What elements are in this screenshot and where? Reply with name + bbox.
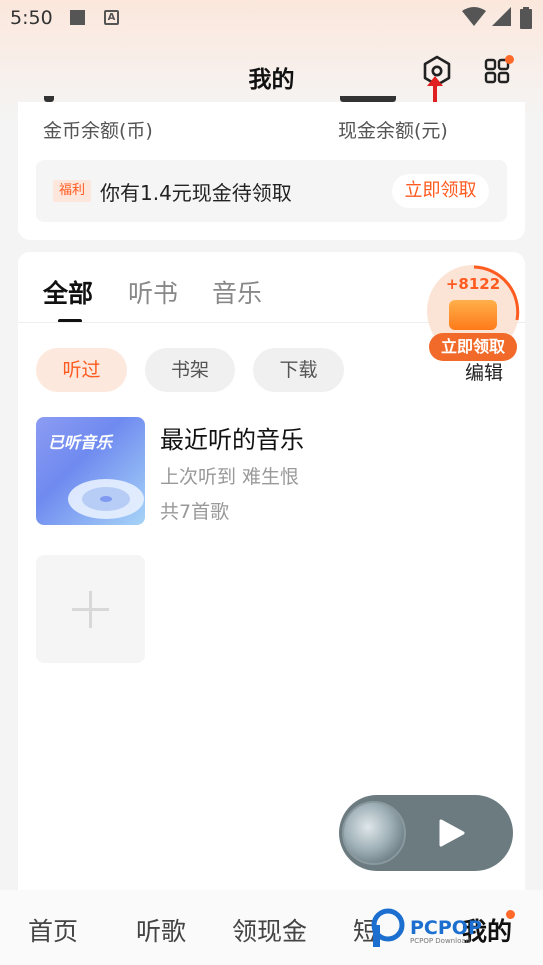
mini-player[interactable]: [339, 795, 513, 871]
tab-audiobooks[interactable]: 听书: [128, 274, 178, 310]
watermark-subtext: PCPOP Download: [410, 937, 471, 945]
nav-home[interactable]: 首页: [28, 912, 78, 948]
signal-icon: [492, 7, 511, 26]
red-arrow-annotation-icon: [427, 76, 443, 104]
welfare-tag: 福利: [53, 180, 92, 202]
filter-listened[interactable]: 听过: [36, 348, 127, 392]
nav-earn-cash[interactable]: 领现金: [232, 912, 307, 948]
nav-music[interactable]: 听歌: [136, 912, 186, 948]
recent-music-last-played: 上次听到 难生恨: [160, 466, 300, 488]
battery-icon: [520, 7, 532, 29]
watermark-text: PCPOP: [410, 917, 482, 939]
recent-music-count: 共7首歌: [160, 501, 230, 523]
status-bar: 5:50 A: [0, 0, 543, 38]
cover-text: 已听音乐: [48, 433, 113, 452]
notification-square-icon: [70, 10, 85, 25]
notification-a-icon: A: [104, 10, 119, 25]
page-title: 我的: [248, 67, 295, 93]
cash-balance-label: 现金余额(元): [338, 120, 448, 142]
coin-value-cropped: [44, 96, 54, 102]
watermark-logo-icon: [371, 908, 405, 947]
apps-notification-dot: [505, 55, 514, 64]
status-time: 5:50: [10, 7, 53, 29]
play-icon[interactable]: [439, 819, 465, 847]
recent-music-title[interactable]: 最近听的音乐: [160, 420, 304, 455]
floating-reward-widget[interactable]: +8122 立即领取: [427, 265, 521, 365]
recent-music-cover[interactable]: 已听音乐: [36, 417, 145, 525]
cash-value-cropped: [340, 96, 396, 102]
red-envelope-icon: [449, 300, 497, 330]
tab-all[interactable]: 全部: [43, 274, 93, 310]
now-playing-artwork[interactable]: [342, 801, 406, 865]
welfare-banner[interactable]: 福利 你有1.4元现金待领取 立即领取: [36, 160, 507, 222]
nav-mine-badge: [506, 910, 515, 919]
filter-bookshelf[interactable]: 书架: [145, 348, 235, 392]
claim-cash-button[interactable]: 立即领取: [392, 174, 489, 208]
coin-balance-label: 金币余额(币): [43, 120, 153, 142]
tab-music[interactable]: 音乐: [212, 274, 262, 310]
reward-claim-button[interactable]: 立即领取: [429, 333, 517, 361]
balance-card: 金币余额(币) 现金余额(元) 福利 你有1.4元现金待领取 立即领取: [18, 96, 525, 240]
header: 我的: [0, 48, 543, 100]
filter-downloads[interactable]: 下载: [253, 348, 344, 392]
add-playlist-button[interactable]: [36, 555, 145, 663]
reward-amount: +8122: [445, 275, 501, 293]
welfare-text: 你有1.4元现金待领取: [100, 181, 292, 205]
disc-icon: [68, 479, 144, 519]
wifi-icon: [462, 7, 486, 26]
